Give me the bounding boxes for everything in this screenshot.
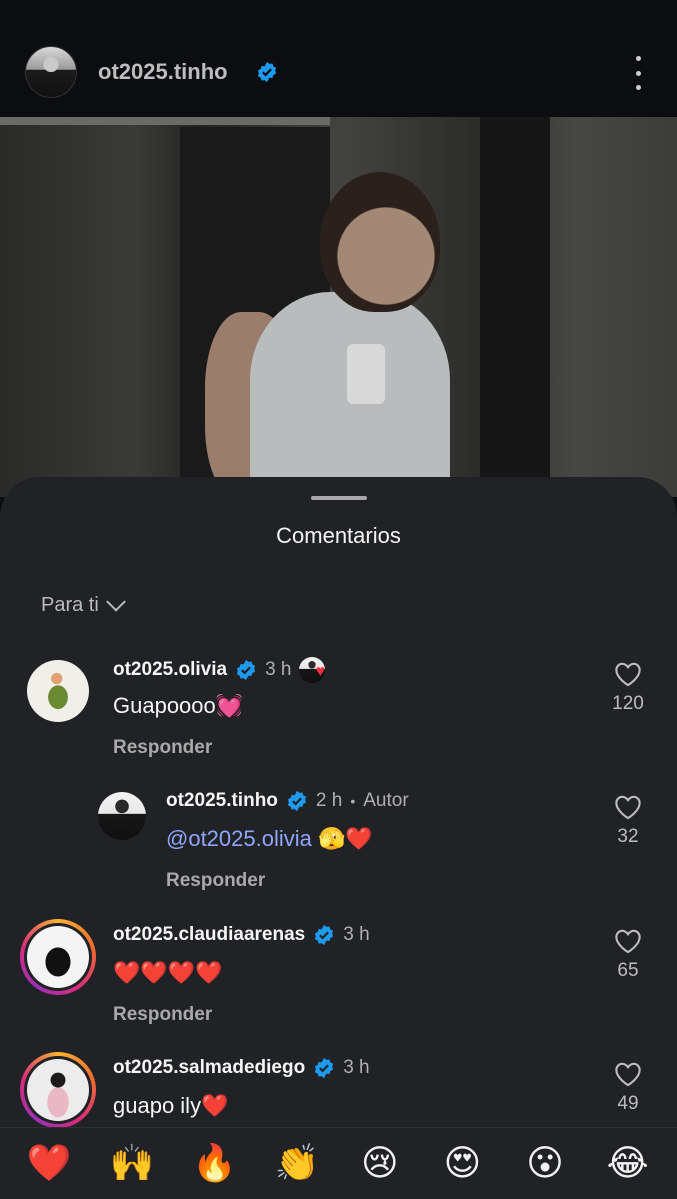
comment-header: ot2025.salmadediego 3 h xyxy=(113,1057,370,1079)
story-ring[interactable] xyxy=(20,919,96,995)
mention-link[interactable]: @ot2025.olivia xyxy=(166,826,312,851)
sheet-drag-handle[interactable] xyxy=(311,496,367,500)
separator-dot: • xyxy=(350,793,356,809)
like-button[interactable]: 65 xyxy=(608,928,648,982)
author-badge: Autor xyxy=(363,790,409,811)
chevron-down-icon xyxy=(105,591,126,612)
reply-button[interactable]: Responder xyxy=(113,1004,212,1026)
post-header: ot2025.tinho xyxy=(0,0,677,117)
emoji-heart-button[interactable]: ❤️ xyxy=(19,1128,79,1199)
emoji-clap-button[interactable]: 👏 xyxy=(267,1128,327,1199)
comment-username[interactable]: ot2025.salmadediego xyxy=(113,1057,305,1079)
comment-header: ot2025.olivia 3 h ♥ xyxy=(113,657,337,683)
comment-text: ❤️❤️❤️❤️ xyxy=(113,960,223,985)
story-ring[interactable] xyxy=(20,1052,96,1128)
comment-text: @ot2025.olivia 🫣❤️ xyxy=(166,826,373,852)
author-username[interactable]: ot2025.tinho xyxy=(98,59,228,85)
emoji-reaction-bar: ❤️ 🙌 🔥 👏 😢 😍 😮 😂 xyxy=(0,1127,677,1199)
verified-badge-icon xyxy=(236,659,256,681)
comment-text: guapo ily❤️ xyxy=(113,1093,229,1118)
heart-outline-icon xyxy=(615,929,641,954)
comment-time: 3 h xyxy=(343,924,370,945)
like-count: 32 xyxy=(617,826,639,847)
like-count: 49 xyxy=(617,1093,639,1114)
heart-outline-icon xyxy=(615,1062,641,1087)
verified-badge-icon xyxy=(256,61,278,83)
like-button[interactable]: 120 xyxy=(608,661,648,715)
more-options-icon[interactable] xyxy=(625,56,651,90)
commenter-avatar xyxy=(27,926,89,988)
comment-username[interactable]: ot2025.olivia xyxy=(113,659,227,681)
comment-header: ot2025.tinho 2 h • Autor xyxy=(166,790,409,812)
like-button[interactable]: 49 xyxy=(608,1061,648,1115)
comment-header: ot2025.claudiaarenas 3 h xyxy=(113,924,370,946)
post-photo[interactable] xyxy=(0,117,677,497)
comment-time: 3 h xyxy=(343,1057,370,1078)
comment-username[interactable]: ot2025.tinho xyxy=(166,790,278,812)
emoji-crying-button[interactable]: 😢 xyxy=(350,1128,410,1199)
photo-door xyxy=(480,117,550,497)
like-count: 120 xyxy=(612,693,644,714)
comment-text: Guapoooo💓 xyxy=(113,693,244,718)
verified-badge-icon xyxy=(287,790,306,812)
commenter-avatar[interactable] xyxy=(27,660,89,722)
emoji-laughing-button[interactable]: 😂 xyxy=(598,1128,658,1199)
photo-person xyxy=(205,172,465,497)
like-button[interactable]: 32 xyxy=(608,794,648,848)
sheet-title: Comentarios xyxy=(276,523,401,548)
heart-outline-icon xyxy=(615,795,641,820)
like-count: 65 xyxy=(617,960,639,981)
commenter-avatar[interactable] xyxy=(98,792,146,840)
sort-dropdown[interactable]: Para ti xyxy=(41,591,126,617)
emoji-surprised-button[interactable]: 😮 xyxy=(515,1128,575,1199)
comment-time: 3 h xyxy=(265,659,292,680)
verified-badge-icon xyxy=(315,924,334,946)
comment-text-suffix: 🫣❤️ xyxy=(311,826,373,851)
emoji-heart-eyes-button[interactable]: 😍 xyxy=(432,1128,492,1199)
photo-rail xyxy=(0,117,330,125)
author-avatar[interactable] xyxy=(25,46,77,98)
heart-icon: ♥ xyxy=(315,663,325,680)
emoji-raised-hands-button[interactable]: 🙌 xyxy=(102,1128,162,1199)
reply-button[interactable]: Responder xyxy=(113,737,212,759)
sort-label: Para ti xyxy=(41,594,99,616)
reply-button[interactable]: Responder xyxy=(166,870,265,892)
comments-sheet: Comentarios Para ti ot2025.olivia 3 h ♥ … xyxy=(0,477,677,1199)
commenter-avatar xyxy=(27,1059,89,1121)
emoji-fire-button[interactable]: 🔥 xyxy=(185,1128,245,1199)
verified-badge-icon xyxy=(315,1057,334,1079)
comment-username[interactable]: ot2025.claudiaarenas xyxy=(113,924,305,946)
comment-time: 2 h xyxy=(315,790,343,811)
liked-by-author-indicator: ♥ xyxy=(299,657,337,683)
heart-outline-icon xyxy=(615,662,641,687)
